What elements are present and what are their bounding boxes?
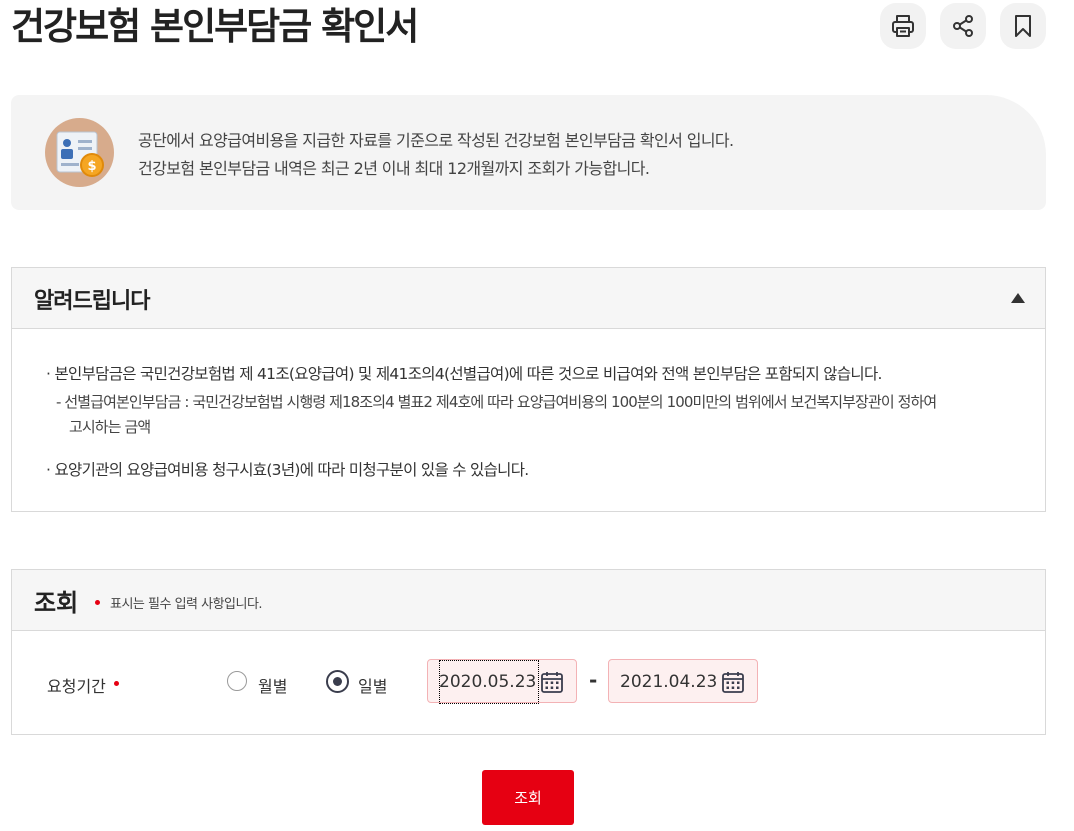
notice-item: · 요양기관의 요양급여비용 청구시효(3년)에 따라 미청구분이 있을 수 있… bbox=[46, 461, 529, 479]
notice-item: · 본인부담금은 국민건강보험법 제 41조(요양급여) 및 제41조의4(선별… bbox=[46, 365, 882, 383]
search-panel: 조회 표시는 필수 입력 사항입니다. 요청기간 월별 일별 - bbox=[11, 569, 1046, 735]
share-icon bbox=[953, 15, 973, 37]
period-label: 요청기간 bbox=[47, 673, 119, 697]
radio-daily-label[interactable]: 일별 bbox=[358, 673, 387, 697]
notice-sub-item: - 선별급여본인부담금 : 국민건강보험법 시행령 제18조의4 별표2 제4호… bbox=[56, 393, 937, 411]
date-range-separator: - bbox=[589, 668, 598, 692]
caret-up-icon[interactable] bbox=[1011, 293, 1025, 303]
search-title: 조회 bbox=[34, 589, 79, 617]
radio-monthly-label[interactable]: 월별 bbox=[258, 673, 287, 697]
start-date-field bbox=[427, 659, 577, 704]
calendar-icon[interactable] bbox=[721, 670, 745, 694]
start-date-input[interactable] bbox=[439, 660, 539, 704]
print-icon bbox=[892, 15, 914, 37]
notice-title: 알려드립니다 bbox=[34, 289, 150, 314]
search-header: 조회 표시는 필수 입력 사항입니다. bbox=[12, 570, 1045, 631]
calendar-icon[interactable] bbox=[540, 670, 564, 694]
required-note: 표시는 필수 입력 사항입니다. bbox=[110, 597, 263, 612]
svg-text:$: $ bbox=[87, 159, 96, 174]
document-coin-icon: $ bbox=[45, 118, 114, 187]
required-dot-icon bbox=[95, 600, 100, 605]
page-title: 건강보험 본인부담금 확인서 bbox=[11, 5, 419, 48]
bookmark-button[interactable] bbox=[1000, 3, 1046, 49]
intro-text-line: 건강보험 본인부담금 내역은 최근 2년 이내 최대 12개월까지 조회가 가능… bbox=[138, 159, 650, 178]
notice-sub-item-continued: 고시하는 금액 bbox=[69, 418, 151, 436]
radio-daily[interactable] bbox=[326, 670, 349, 693]
required-dot-icon bbox=[113, 681, 119, 686]
notice-header[interactable]: 알려드립니다 bbox=[12, 268, 1045, 329]
end-date-field bbox=[608, 659, 758, 704]
bookmark-icon bbox=[1015, 15, 1031, 37]
end-date-input[interactable] bbox=[620, 660, 720, 704]
print-button[interactable] bbox=[880, 3, 926, 49]
search-button[interactable]: 조회 bbox=[482, 770, 574, 825]
share-button[interactable] bbox=[940, 3, 986, 49]
intro-box: $ 공단에서 요양급여비용을 지급한 자료를 기준으로 작성된 건강보험 본인부… bbox=[11, 95, 1046, 210]
intro-text-line: 공단에서 요양급여비용을 지급한 자료를 기준으로 작성된 건강보험 본인부담금… bbox=[138, 131, 734, 150]
notice-panel: 알려드립니다 · 본인부담금은 국민건강보험법 제 41조(요양급여) 및 제4… bbox=[11, 267, 1046, 512]
radio-monthly[interactable] bbox=[227, 671, 247, 691]
